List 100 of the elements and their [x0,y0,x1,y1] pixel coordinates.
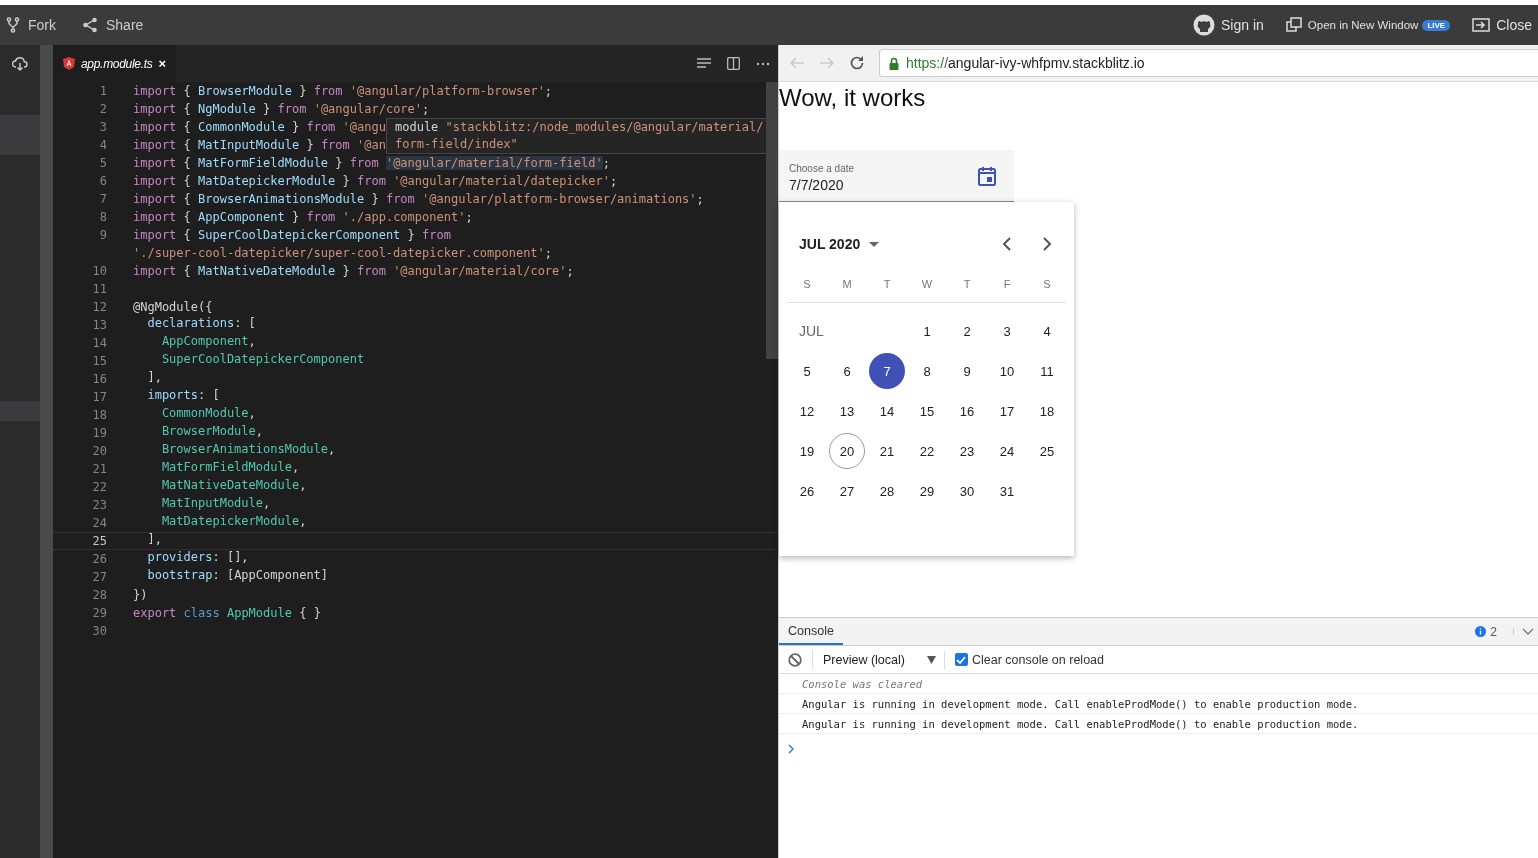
file-tab[interactable]: app.module.ts × [53,45,177,82]
day-cell[interactable]: 5 [789,353,825,389]
day-cell[interactable]: 27 [829,473,865,509]
weekday-label: S [1042,278,1052,292]
day-cell[interactable]: 8 [909,353,945,389]
day-cell[interactable]: 6 [829,353,865,389]
day-cell[interactable]: 12 [789,393,825,429]
lock-icon [889,56,899,70]
code-line: import { AppComponent } from './app.component'; [133,210,473,224]
line-number: 17 [91,390,108,404]
caret-icon [869,241,880,247]
code-line: MatInputModule, [160,496,271,512]
cloud-download-icon[interactable] [12,57,28,71]
code-line: bootstrap: [AppComponent] [146,568,329,584]
console-message: Angular is running in development mode. Call enableProdMode() to enable production mode. [802,717,1359,730]
day-cell[interactable]: 13 [829,393,865,429]
toolbar-button[interactable]: Sign in [1187,10,1270,40]
month-label: JUL [798,323,825,339]
day-cell[interactable]: 16 [949,393,985,429]
day-cell[interactable]: 31 [989,473,1025,509]
day-cell[interactable]: 30 [949,473,985,509]
line-number: 27 [91,570,108,584]
line-number: 4 [98,138,108,152]
windows-icon [1285,17,1302,33]
calendar-icon[interactable] [978,165,996,186]
day-cell[interactable]: 25 [1029,433,1065,469]
line-number: 1 [98,84,108,98]
line-number: 29 [91,606,108,620]
line-number: 21 [91,462,108,476]
code-line: MatDatepickerModule, [160,514,307,530]
day-cell[interactable]: 15 [909,393,945,429]
weekday-label: T [882,278,892,292]
context-dropdown[interactable]: Preview (local) [812,650,945,669]
day-cell[interactable]: 18 [1029,393,1065,429]
day-cell[interactable]: 7 [869,353,905,389]
github-icon [1193,14,1216,36]
day-cell[interactable]: 2 [949,313,985,349]
code-line: MatFormFieldModule, [160,460,300,476]
line-number: 20 [91,444,108,458]
check-icon [956,655,967,664]
day-cell[interactable]: 21 [869,433,905,469]
code-line: ], [146,370,162,386]
line-number: 26 [91,552,108,566]
line-number: 18 [91,408,108,422]
day-cell[interactable]: 14 [869,393,905,429]
period-button[interactable]: JUL 2020 [799,236,880,252]
toolbar-button[interactable]: Fork [0,13,62,37]
address-bar[interactable]: https://angular-ivy-whfpmv.stackblitz.io [879,49,1538,77]
scrollbar[interactable] [766,82,778,359]
prompt-icon[interactable] [788,744,794,754]
toolbar-button[interactable]: Open in New Window LIVE [1279,13,1457,37]
day-cell[interactable]: 26 [789,473,825,509]
page-heading: Wow, it works [779,84,927,112]
day-cell[interactable]: 4 [1029,313,1065,349]
previous-icon[interactable] [1002,237,1012,251]
day-cell[interactable]: 19 [789,433,825,469]
info-icon [1475,626,1487,637]
line-number: 25 [91,534,108,548]
list-icon[interactable] [697,57,711,70]
line-number: 23 [91,498,108,512]
clear-console-checkbox[interactable]: Clear console on reload [954,652,1104,667]
day-cell[interactable]: 29 [909,473,945,509]
close-icon[interactable]: × [158,56,167,71]
split-editor-icon[interactable] [727,57,740,70]
exit-icon [1472,18,1491,32]
more-icon[interactable] [756,61,770,66]
toolbar-button[interactable]: Share [76,13,150,37]
console-message: Angular is running in development mode. Call enableProdMode() to enable production mode. [802,697,1359,710]
code-line: BrowserModule, [160,424,264,440]
code-line: import { MatFormFieldModule } from '@angular/material/form-field'; [133,156,610,170]
toolbar-button[interactable]: Close [1466,13,1538,37]
day-cell[interactable]: 3 [989,313,1025,349]
reload-icon[interactable] [849,55,865,71]
day-cell[interactable]: 28 [869,473,905,509]
date-field[interactable]: Choose a date 7/7/2020 [779,150,1014,202]
day-cell[interactable]: 23 [949,433,985,469]
day-cell[interactable]: 10 [989,353,1025,389]
code-line: import { CommonModule } from '@angu [133,120,386,134]
line-number: 9 [98,228,108,242]
day-cell[interactable]: 17 [989,393,1025,429]
code-line: MatNativeDateModule, [160,478,307,494]
weekday-label: F [1002,278,1012,292]
line-number: 22 [91,480,108,494]
clear-icon[interactable] [788,652,802,667]
day-cell[interactable]: 11 [1029,353,1065,389]
caret-icon [926,655,936,664]
day-cell[interactable]: 9 [949,353,985,389]
line-number: 6 [98,174,108,188]
weekday-label: W [920,278,934,292]
day-cell[interactable]: 24 [989,433,1025,469]
console-tab[interactable]: Console [779,618,843,645]
code-line: providers: [], [146,550,249,566]
line-number: 3 [98,120,108,134]
share-icon [82,17,98,33]
next-icon[interactable] [1042,237,1052,251]
line-number: 2 [98,102,108,116]
code-line: import { SuperCoolDatepickerComponent } from [133,228,451,242]
day-cell[interactable]: 1 [909,313,945,349]
day-cell[interactable]: 22 [909,433,945,469]
weekday-label: S [802,278,812,292]
